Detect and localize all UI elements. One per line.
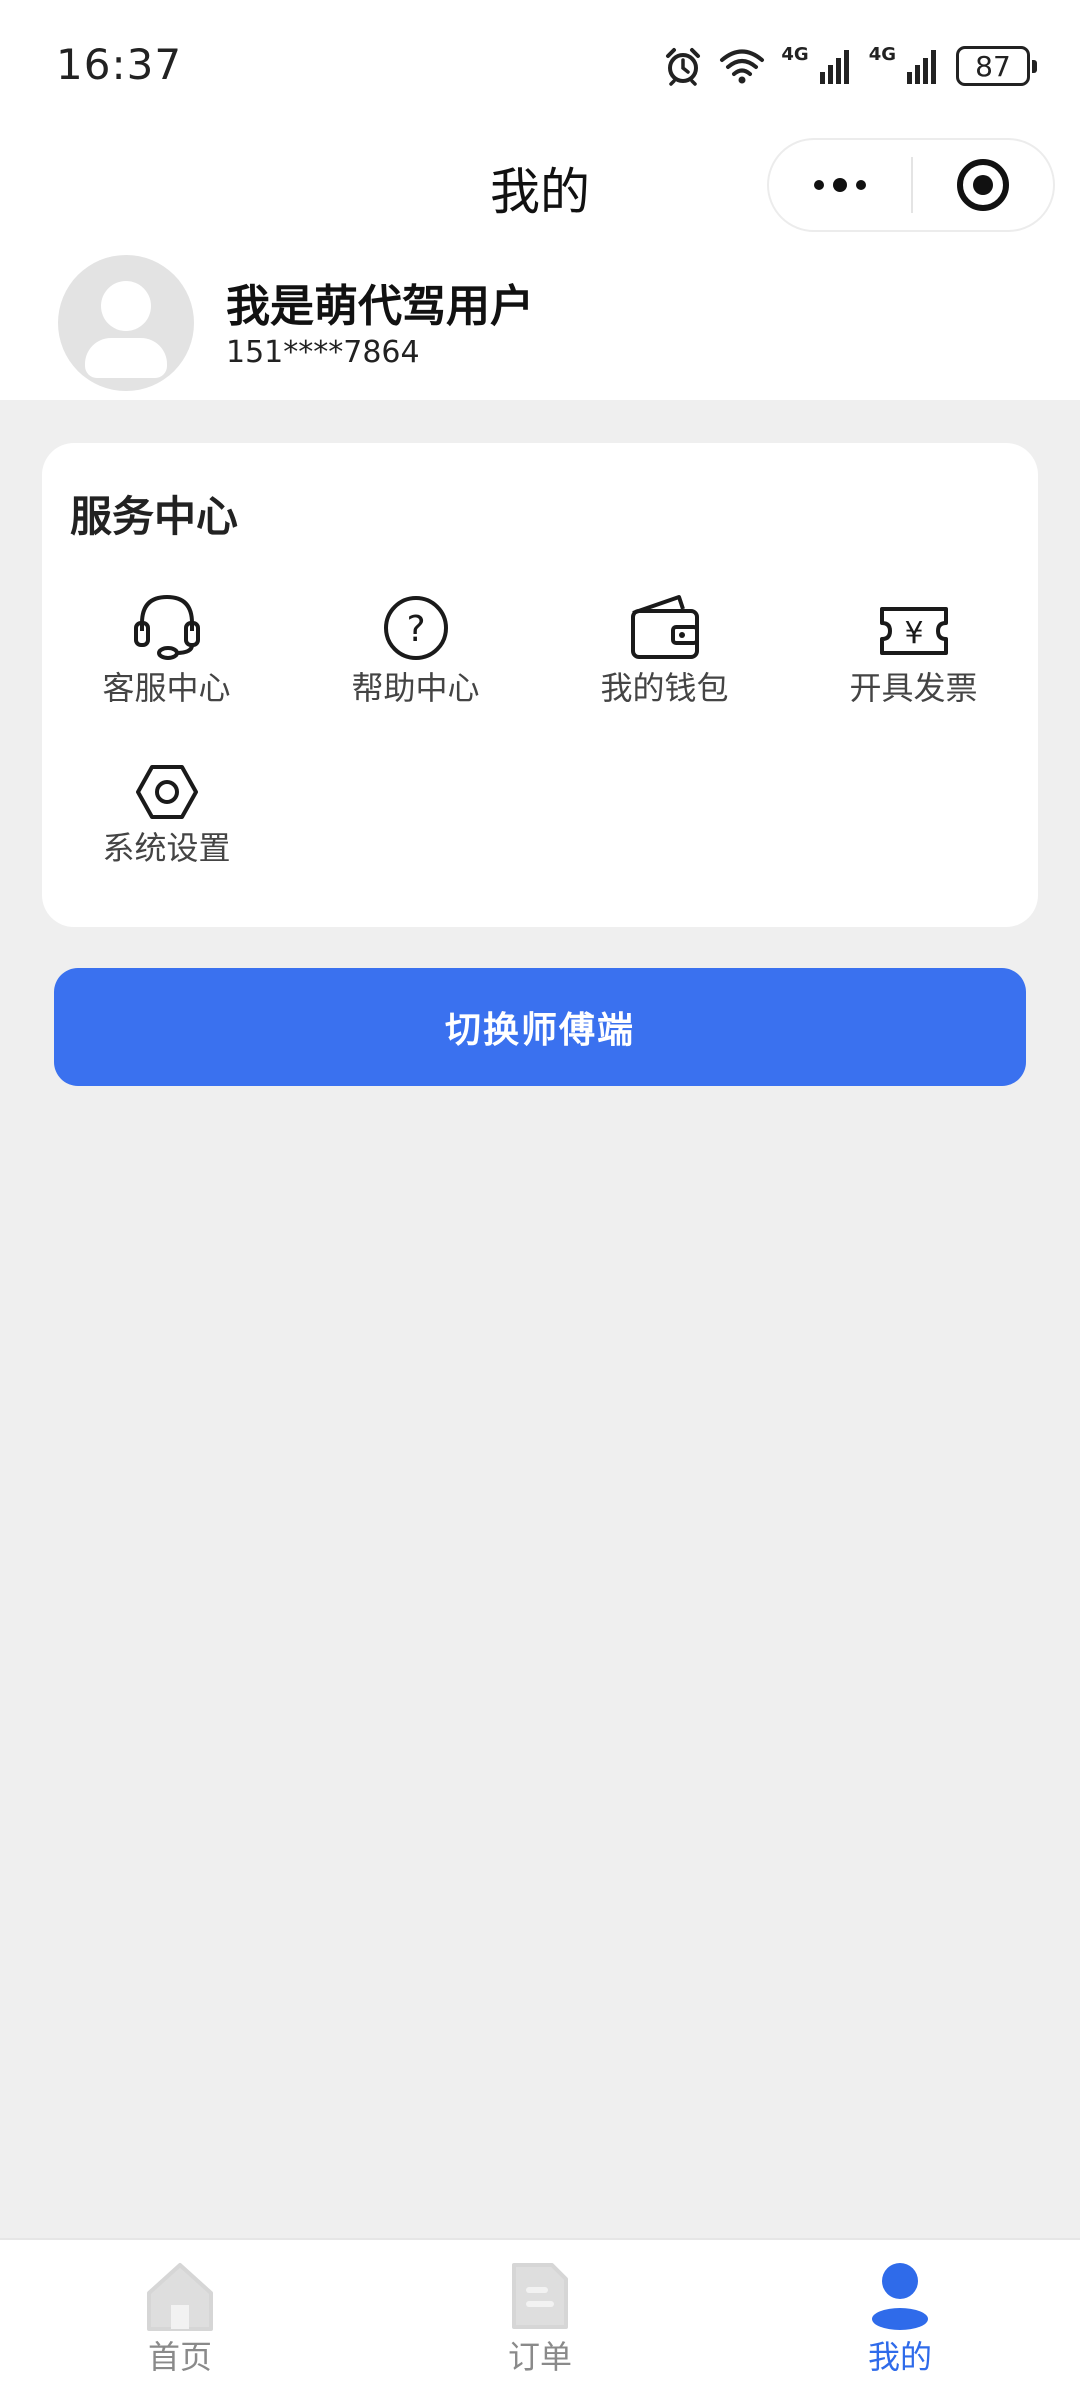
wallet-icon: [540, 583, 789, 661]
service-item-customer-service[interactable]: 客服中心: [42, 583, 291, 723]
tab-orders[interactable]: 订单: [360, 2240, 720, 2388]
tab-profile[interactable]: 我的: [720, 2240, 1080, 2388]
wifi-icon: [719, 47, 765, 85]
tab-home[interactable]: 首页: [0, 2240, 360, 2388]
close-target-icon[interactable]: [913, 140, 1053, 230]
service-item-label: 开具发票: [849, 669, 978, 707]
more-dots-icon[interactable]: [769, 140, 911, 230]
service-item-invoice[interactable]: ¥ 开具发票: [789, 583, 1038, 723]
user-phone: 151****7864: [226, 335, 420, 370]
network-type-1: 4G: [781, 43, 809, 65]
service-item-wallet[interactable]: 我的钱包: [540, 583, 789, 723]
order-icon: [360, 2256, 720, 2336]
service-item-help-center[interactable]: ? 帮助中心: [291, 583, 540, 723]
tab-label: 首页: [147, 2338, 212, 2376]
invoice-icon: ¥: [789, 583, 1038, 661]
switch-to-driver-button[interactable]: 切换师傅端: [54, 968, 1026, 1086]
service-item-label: 我的钱包: [600, 669, 729, 707]
service-item-system-settings[interactable]: 系统设置: [42, 743, 291, 883]
profile-icon: [720, 2256, 1080, 2336]
user-name: 我是萌代驾用户: [226, 281, 534, 332]
battery-icon: 87: [956, 46, 1037, 86]
settings-icon: [42, 743, 291, 821]
svg-text:?: ?: [406, 609, 425, 650]
card-title: 服务中心: [70, 492, 239, 541]
avatar[interactable]: [58, 255, 194, 391]
network-type-2: 4G: [868, 43, 896, 65]
tab-bar: 首页 订单 我的: [0, 2238, 1080, 2388]
home-icon: [0, 2256, 360, 2336]
profile-section[interactable]: 我是萌代驾用户 151****7864: [0, 240, 1080, 400]
service-item-label: 系统设置: [102, 829, 231, 867]
signal-icon: [819, 48, 853, 84]
signal-icon: [906, 48, 940, 84]
status-icons: 4G 4G 87: [663, 40, 1037, 92]
help-icon: ?: [291, 583, 540, 661]
alarm-icon: [663, 46, 703, 86]
service-center-card: 服务中心 客服中心 ? 帮助中心 我的钱包 ¥ 开具发票 系统设置: [42, 443, 1038, 927]
battery-level: 87: [975, 49, 1011, 83]
svg-text:¥: ¥: [904, 616, 923, 651]
status-time: 16:37: [56, 40, 183, 89]
service-item-label: 帮助中心: [351, 669, 480, 707]
tab-label: 订单: [507, 2338, 572, 2376]
status-bar: 16:37 4G 4G 87: [0, 0, 1080, 130]
mini-program-capsule: [767, 138, 1055, 232]
tab-label: 我的: [867, 2338, 932, 2376]
headset-icon: [42, 583, 291, 661]
service-item-label: 客服中心: [102, 669, 231, 707]
nav-bar: 我的: [0, 130, 1080, 240]
